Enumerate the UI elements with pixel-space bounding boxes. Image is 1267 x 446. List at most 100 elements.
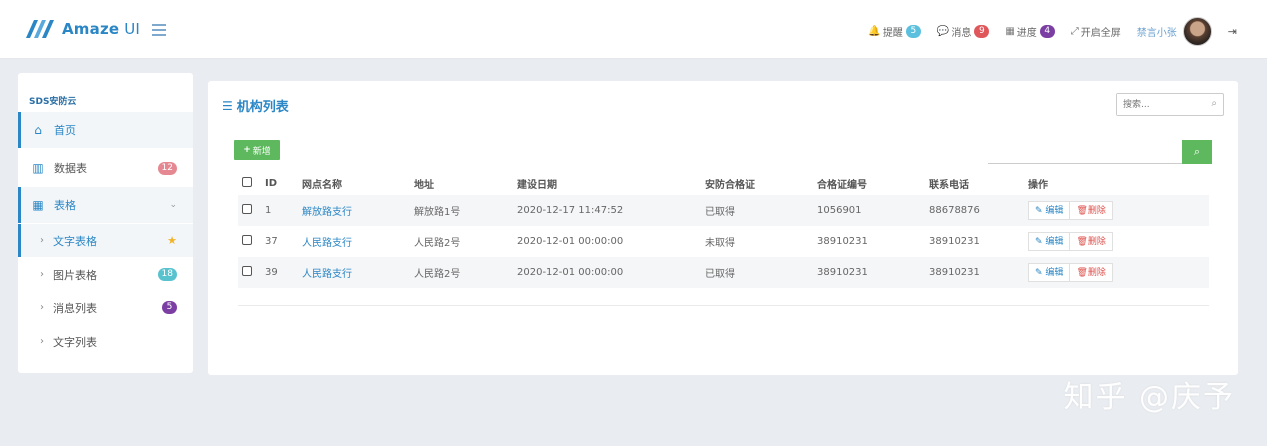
brand[interactable]: Amaze UI — [24, 18, 140, 40]
sidebar-subitem-label: 文字表格 — [53, 234, 97, 248]
sidebar-subitem-label: 图片表格 — [53, 268, 97, 282]
row-checkbox[interactable] — [242, 204, 252, 214]
cell-phone: 38910231 — [925, 257, 1024, 288]
column-header: 网点名称 — [302, 179, 342, 191]
delete-button[interactable]: 🗑删除 — [1070, 201, 1113, 220]
table-header-row: ID 网点名称 地址 建设日期 安防合格证 合格证编号 联系电话 操作 — [238, 171, 1209, 195]
cell-address: 解放路1号 — [410, 195, 513, 226]
top-header: Amaze UI 🔔 提醒 5 💬 消息 9 ▦ 进度 4 ⤢ 开启全屏 禁言小… — [0, 0, 1267, 59]
delete-button[interactable]: 🗑删除 — [1070, 232, 1113, 251]
row-checkbox[interactable] — [242, 235, 252, 245]
progress-badge: 4 — [1039, 24, 1055, 38]
delete-button[interactable]: 🗑删除 — [1070, 263, 1113, 282]
nav-label: 消息 — [951, 27, 972, 39]
cell-date: 2020-12-01 00:00:00 — [513, 257, 701, 288]
cell-name-link[interactable]: 解放路支行 — [298, 195, 410, 226]
nav-messages[interactable]: 💬 消息 9 — [936, 24, 990, 39]
datatable-badge: 12 — [157, 161, 177, 175]
cell-id: 37 — [265, 236, 278, 247]
sidebar-subitem-text-table[interactable]: › 文字表格 ★ — [18, 224, 193, 257]
menu-toggle-icon[interactable] — [152, 24, 166, 36]
cell-name-link[interactable]: 人民路支行 — [298, 257, 410, 288]
search-input[interactable] — [1117, 94, 1201, 115]
cell-cert: 未取得 — [705, 238, 735, 249]
sidebar-subitem-text-list[interactable]: › 文字列表 — [18, 325, 193, 358]
table-row: 1 解放路支行 解放路1号 2020-12-17 11:47:52 已取得 10… — [238, 195, 1209, 226]
chevron-right-icon: › — [40, 269, 44, 280]
column-header: ID — [265, 177, 278, 189]
edit-button[interactable]: ✎ 编辑 — [1028, 232, 1071, 251]
image-table-badge: 18 — [157, 268, 177, 281]
amaze-logo-icon — [26, 20, 54, 38]
table-divider — [238, 305, 1209, 306]
cell-phone: 38910231 — [929, 236, 980, 247]
cell-date: 2020-12-01 00:00:00 — [517, 236, 624, 247]
sidebar-subitem-message-list[interactable]: › 消息列表 5 — [18, 291, 193, 324]
avatar[interactable] — [1182, 16, 1212, 46]
message-badge: 9 — [974, 24, 990, 38]
nav-label: 提醒 — [882, 27, 903, 39]
search-button[interactable]: ⌕ — [1182, 140, 1212, 164]
home-icon: ⌂ — [34, 123, 42, 137]
table-icon: ▦ — [32, 198, 44, 212]
add-button[interactable]: + 新增 — [234, 140, 280, 160]
table-search: ⌕ — [988, 140, 1212, 164]
cell-phone: 88678876 — [925, 195, 1024, 226]
table-row: 37 人民路支行 人民路2号 2020-12-01 00:00:00 未取得 3… — [238, 226, 1209, 257]
brand-name: Amaze UI — [62, 20, 141, 38]
chevron-right-icon: › — [40, 302, 44, 313]
row-checkbox[interactable] — [242, 266, 252, 276]
cell-id: 39 — [261, 257, 298, 288]
bell-icon: 🔔 — [868, 25, 881, 37]
plus-icon: + — [243, 145, 251, 155]
sidebar-item-label: 数据表 — [54, 162, 87, 175]
table-row: 39 人民路支行 人民路2号 2020-12-01 00:00:00 已取得 3… — [238, 257, 1209, 288]
edit-button[interactable]: ✎ 编辑 — [1028, 263, 1071, 282]
nav-reminders[interactable]: 🔔 提醒 5 — [868, 24, 921, 39]
main-panel: ☰ 机构列表 ⌕ + 新增 ⌕ ID 网点名称 地址 建设日期 安防合格证 合格… — [208, 81, 1238, 375]
sidebar-title: SDS安防云 — [29, 97, 77, 107]
message-list-badge: 5 — [162, 301, 177, 314]
page-title: ☰ 机构列表 — [222, 96, 289, 116]
cell-date: 2020-12-17 11:47:52 — [513, 195, 701, 226]
chevron-right-icon: › — [40, 235, 44, 246]
bar-chart-icon: ▥ — [32, 161, 44, 175]
nav-fullscreen[interactable]: ⤢ 开启全屏 — [1071, 24, 1121, 39]
trash-icon: 🗑 — [1076, 237, 1088, 247]
watermark: 知乎 @庆予 — [1063, 380, 1235, 415]
column-header: 建设日期 — [517, 179, 557, 191]
sidebar-item-label: 表格 — [54, 199, 76, 212]
nav-label: 开启全屏 — [1080, 27, 1121, 39]
reminder-badge: 5 — [905, 24, 921, 38]
calendar-icon: ▦ — [1005, 25, 1015, 37]
sidebar-subitem-label: 文字列表 — [53, 335, 97, 349]
sidebar-item-home[interactable]: ⌂ 首页 — [18, 112, 193, 148]
edit-button[interactable]: ✎ 编辑 — [1028, 201, 1071, 220]
user-name[interactable]: 禁言小张 — [1137, 24, 1177, 39]
cell-id: 1 — [261, 195, 298, 226]
org-table: ID 网点名称 地址 建设日期 安防合格证 合格证编号 联系电话 操作 1 解放… — [238, 171, 1209, 288]
comment-icon: 💬 — [936, 25, 950, 37]
column-header: 地址 — [414, 179, 434, 191]
column-header: 安防合格证 — [705, 179, 755, 191]
table-search-input[interactable] — [988, 140, 1182, 164]
sidebar: SDS安防云 ⌂ 首页 ▥ 数据表 12 ▦ 表格 ⌄ › 文字表格 ★ › 图… — [18, 73, 193, 373]
cell-address: 人民路2号 — [410, 257, 513, 288]
cell-name-link[interactable]: 人民路支行 — [298, 226, 410, 257]
nav-progress[interactable]: ▦ 进度 4 — [1005, 24, 1055, 39]
logout-icon[interactable]: ⇥ — [1228, 25, 1237, 38]
search-icon[interactable]: ⌕ — [1211, 98, 1217, 109]
select-all-checkbox[interactable] — [242, 176, 252, 187]
sidebar-subitem-image-table[interactable]: › 图片表格 18 — [18, 258, 193, 291]
sidebar-item-table[interactable]: ▦ 表格 ⌄ — [18, 187, 193, 223]
column-header: 合格证编号 — [817, 179, 867, 191]
trash-icon: 🗑 — [1076, 206, 1088, 216]
cell-cert-no: 38910231 — [813, 257, 925, 288]
chevron-down-icon: ⌄ — [169, 200, 177, 210]
sidebar-subitem-label: 消息列表 — [53, 301, 97, 315]
star-icon: ★ — [167, 234, 177, 247]
edit-icon: ✎ — [1035, 268, 1043, 278]
page-title-text: 机构列表 — [236, 100, 289, 115]
sidebar-item-datatable[interactable]: ▥ 数据表 12 — [18, 150, 193, 186]
column-header: 操作 — [1028, 179, 1048, 191]
